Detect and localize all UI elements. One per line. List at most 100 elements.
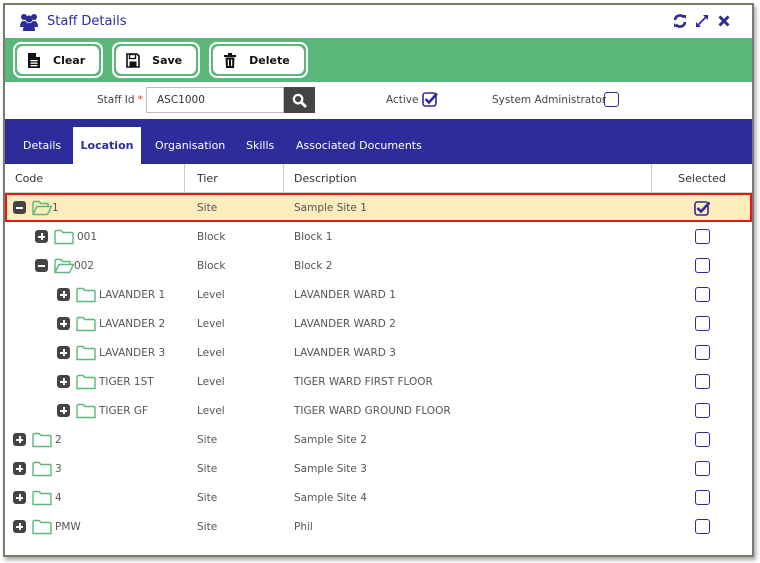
collapse-icon[interactable]	[13, 201, 26, 214]
selected-checkbox[interactable]	[694, 519, 710, 534]
tree-row[interactable]: 1 Site Sample Site 1	[5, 193, 752, 222]
tab-skills[interactable]: Skills	[236, 127, 284, 164]
collapse-icon[interactable]	[35, 259, 48, 272]
tier-cell: Site	[197, 462, 218, 475]
code-cell: LAVANDER 3	[5, 338, 185, 367]
tree-row[interactable]: TIGER GF Level TIGER WARD GROUND FLOOR	[5, 396, 752, 425]
trash-icon	[224, 52, 237, 68]
code-text: LAVANDER 1	[99, 288, 166, 301]
search-button[interactable]	[284, 87, 315, 113]
grid-header: Code Tier Description Selected	[5, 164, 752, 193]
save-button[interactable]: Save	[112, 42, 201, 78]
folder-open-icon	[32, 200, 52, 215]
required-mark: *	[137, 94, 143, 106]
tree-row[interactable]: LAVANDER 2 Level LAVANDER WARD 2	[5, 309, 752, 338]
code-text: PMW	[55, 520, 81, 533]
tree-row[interactable]: PMW Site Phil	[5, 512, 752, 541]
folder-icon	[32, 519, 52, 534]
selected-checkbox[interactable]	[694, 316, 710, 331]
tier-cell: Block	[197, 230, 226, 243]
window-title: Staff Details	[47, 14, 127, 29]
selected-checkbox[interactable]	[694, 258, 710, 273]
tab-details[interactable]: Details	[13, 127, 71, 164]
expand-node-icon[interactable]	[13, 491, 26, 504]
close-icon[interactable]	[716, 13, 732, 29]
delete-button[interactable]: Delete	[209, 42, 308, 78]
selected-checkbox-checked[interactable]	[693, 200, 711, 216]
expand-node-icon[interactable]	[13, 433, 26, 446]
selected-checkbox[interactable]	[694, 461, 710, 476]
folder-icon	[76, 403, 96, 418]
tab-bar: Details Location Organisation Skills Ass…	[5, 119, 752, 164]
active-checkbox[interactable]	[422, 91, 438, 107]
selected-checkbox[interactable]	[694, 490, 710, 505]
description-cell: Sample Site 2	[294, 433, 367, 446]
refresh-icon[interactable]	[672, 13, 688, 29]
description-cell: LAVANDER WARD 2	[294, 317, 396, 330]
clear-label: Clear	[53, 53, 86, 67]
title-bar: Staff Details	[5, 5, 752, 38]
expand-node-icon[interactable]	[57, 317, 70, 330]
staff-id-label: Staff Id *	[97, 94, 143, 106]
tab-organisation[interactable]: Organisation	[145, 127, 235, 164]
description-cell: Sample Site 1	[294, 201, 367, 214]
tier-cell: Site	[197, 520, 218, 533]
selected-cell	[652, 258, 752, 273]
selected-checkbox[interactable]	[694, 432, 710, 447]
code-text: LAVANDER 3	[99, 346, 166, 359]
tree-row[interactable]: 2 Site Sample Site 2	[5, 425, 752, 454]
code-text: TIGER GF	[99, 404, 149, 417]
expand-node-icon[interactable]	[57, 346, 70, 359]
column-header-description[interactable]: Description	[284, 164, 652, 192]
staff-id-input[interactable]	[146, 87, 284, 113]
folder-open-icon	[54, 258, 74, 273]
code-cell: 2	[5, 425, 185, 454]
tier-cell: Site	[197, 491, 218, 504]
expand-node-icon[interactable]	[57, 404, 70, 417]
selected-checkbox[interactable]	[694, 229, 710, 244]
code-cell: 3	[5, 454, 185, 483]
selected-cell	[652, 461, 752, 476]
system-administrator-checkbox[interactable]	[604, 92, 619, 107]
folder-icon	[32, 490, 52, 505]
active-label: Active	[386, 94, 419, 106]
tree-row[interactable]: TIGER 1ST Level TIGER WARD FIRST FLOOR	[5, 367, 752, 396]
expand-icon[interactable]	[694, 13, 710, 29]
selected-cell	[652, 345, 752, 360]
code-text: 002	[74, 259, 95, 272]
selected-checkbox[interactable]	[694, 403, 710, 418]
description-cell: Sample Site 4	[294, 491, 367, 504]
selected-checkbox[interactable]	[694, 287, 710, 302]
tree-row[interactable]: LAVANDER 3 Level LAVANDER WARD 3	[5, 338, 752, 367]
tab-associated-documents[interactable]: Associated Documents	[286, 127, 432, 164]
tree-row[interactable]: 4 Site Sample Site 4	[5, 483, 752, 512]
tree-row[interactable]: 3 Site Sample Site 3	[5, 454, 752, 483]
selected-cell	[652, 374, 752, 389]
selected-checkbox[interactable]	[694, 374, 710, 389]
code-cell: LAVANDER 2	[5, 309, 185, 338]
staff-form-row: Staff Id* Active System Administrator	[5, 82, 752, 119]
selected-cell	[652, 287, 752, 302]
tree-row[interactable]: LAVANDER 1 Level LAVANDER WARD 1	[5, 280, 752, 309]
column-header-tier[interactable]: Tier	[185, 164, 284, 192]
expand-node-icon[interactable]	[35, 230, 48, 243]
selected-cell	[652, 316, 752, 331]
file-icon	[28, 52, 40, 68]
tab-location[interactable]: Location	[73, 127, 141, 164]
column-header-selected[interactable]: Selected	[652, 164, 752, 192]
tier-cell: Level	[197, 346, 225, 359]
column-header-code[interactable]: Code	[5, 164, 185, 192]
clear-button[interactable]: Clear	[13, 42, 104, 78]
expand-node-icon[interactable]	[57, 375, 70, 388]
expand-node-icon[interactable]	[13, 520, 26, 533]
expand-node-icon[interactable]	[13, 462, 26, 475]
tier-cell: Site	[197, 201, 218, 214]
code-text: LAVANDER 2	[99, 317, 166, 330]
tree-row[interactable]: 001 Block Block 1	[5, 222, 752, 251]
expand-node-icon[interactable]	[57, 288, 70, 301]
tree-row[interactable]: 002 Block Block 2	[5, 251, 752, 280]
code-text: 1	[52, 201, 59, 214]
selected-checkbox[interactable]	[694, 345, 710, 360]
description-cell: TIGER WARD GROUND FLOOR	[294, 404, 451, 417]
folder-icon	[76, 316, 96, 331]
